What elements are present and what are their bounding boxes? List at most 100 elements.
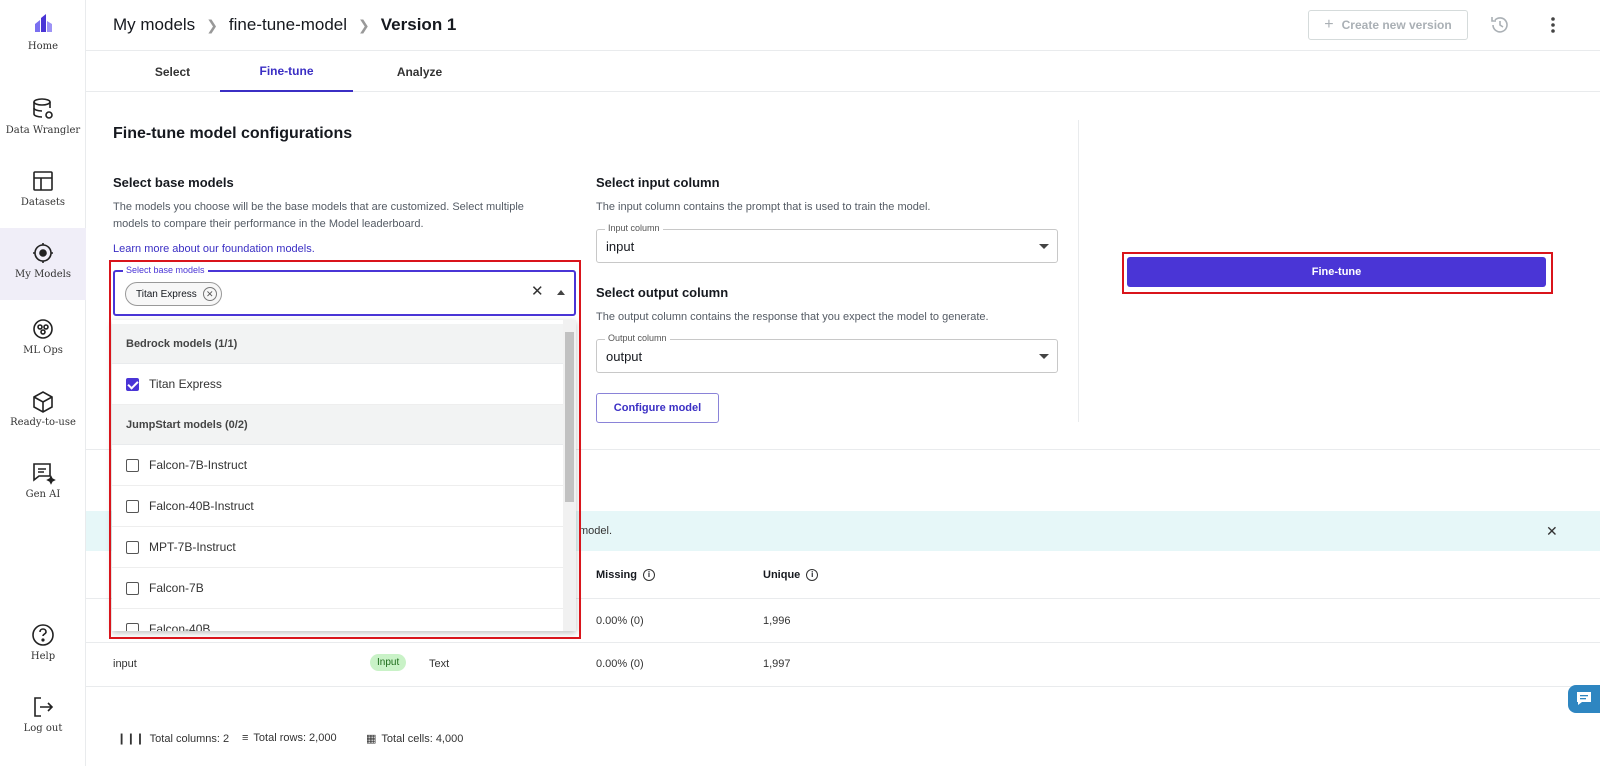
close-icon[interactable]: ✕ bbox=[1546, 523, 1558, 540]
chat-sparkle-icon bbox=[33, 463, 56, 485]
database-icon bbox=[33, 98, 53, 119]
sidebar-item-label: My Models bbox=[15, 269, 71, 280]
input-column-field-label: Input column bbox=[605, 223, 663, 233]
brain-icon bbox=[33, 243, 53, 263]
grid-icon: ▦ bbox=[366, 733, 377, 745]
sidebar-item-datasets[interactable]: Datasets bbox=[0, 168, 86, 208]
breadcrumb-current: Version 1 bbox=[380, 15, 457, 34]
fine-tune-button[interactable]: Fine-tune bbox=[1127, 257, 1546, 287]
input-column-select[interactable]: Input column input bbox=[596, 223, 1058, 263]
checkbox[interactable] bbox=[126, 499, 139, 513]
foundation-models-link[interactable]: Learn more about our foundation models. bbox=[113, 243, 315, 255]
page-title: Fine-tune model configurations bbox=[113, 125, 353, 142]
row-2-type: Text bbox=[429, 658, 450, 670]
output-column-field-label: Output column bbox=[605, 333, 670, 343]
table-divider bbox=[86, 642, 1600, 643]
tab-fine-tune[interactable]: Fine-tune bbox=[220, 51, 353, 92]
info-icon[interactable]: i bbox=[642, 569, 655, 581]
page-header: My models ❯ fine-tune-model ❯ Version 1 … bbox=[86, 0, 1600, 51]
output-column-value: output bbox=[606, 349, 643, 364]
group-jumpstart-models: JumpStart models (0/2) bbox=[112, 405, 563, 445]
column-header-unique: Unique i bbox=[763, 569, 819, 581]
option-falcon-7b-instruct[interactable]: Falcon-7B-Instruct bbox=[112, 445, 563, 486]
option-label: Falcon-40B-Instruct bbox=[149, 499, 254, 513]
output-column-description: The output column contains the response … bbox=[596, 311, 989, 323]
dropdown-scrollbar[interactable] bbox=[563, 320, 576, 631]
option-falcon-7b[interactable]: Falcon-7B bbox=[112, 568, 563, 609]
sidebar-item-ml-ops[interactable]: ML Ops bbox=[0, 316, 86, 356]
checkbox[interactable] bbox=[126, 622, 139, 631]
checkbox[interactable] bbox=[126, 540, 139, 554]
info-icon[interactable]: i bbox=[806, 569, 819, 581]
rows-icon: ≡ bbox=[242, 732, 249, 744]
chevron-right-icon: ❯ bbox=[206, 16, 218, 33]
sidebar-item-my-models[interactable]: My Models bbox=[0, 228, 86, 300]
row-2-name: input bbox=[113, 658, 137, 670]
logo-icon bbox=[35, 14, 52, 32]
scrollbar-thumb[interactable] bbox=[565, 332, 574, 502]
sidebar-item-label: Help bbox=[30, 651, 56, 662]
input-badge: Input bbox=[370, 654, 407, 671]
base-models-description: The models you choose will be the base m… bbox=[113, 201, 524, 230]
row-1-missing: 0.00% (0) bbox=[596, 615, 644, 627]
sidebar-item-home[interactable]: Home bbox=[0, 12, 86, 52]
clear-icon[interactable]: ✕ bbox=[531, 282, 544, 300]
total-rows-label: Total rows: 2,000 bbox=[253, 732, 337, 744]
output-column-select[interactable]: Output column output bbox=[596, 333, 1058, 373]
breadcrumb-model[interactable]: fine-tune-model bbox=[229, 15, 347, 35]
caret-up-icon[interactable] bbox=[557, 290, 565, 295]
option-mpt-7b-instruct[interactable]: MPT-7B-Instruct bbox=[112, 527, 563, 568]
table-divider bbox=[86, 686, 1600, 687]
breadcrumb: My models ❯ fine-tune-model ❯ Version 1 bbox=[113, 15, 456, 35]
chat-icon[interactable] bbox=[1568, 685, 1600, 713]
breadcrumb-my-models[interactable]: My models bbox=[113, 15, 195, 35]
sidebar-item-log-out[interactable]: Log out bbox=[0, 694, 86, 734]
vertical-divider bbox=[1078, 120, 1079, 422]
sidebar-item-gen-ai[interactable]: Gen AI bbox=[0, 460, 86, 500]
option-falcon-40b[interactable]: Falcon-40B bbox=[112, 609, 563, 631]
base-models-title: Select base models bbox=[113, 175, 234, 190]
sidebar-item-label: Ready-to-use bbox=[10, 417, 76, 428]
ml-ops-icon bbox=[33, 319, 53, 339]
column-header-missing: Missing i bbox=[596, 569, 655, 581]
option-label: MPT-7B-Instruct bbox=[149, 540, 236, 554]
input-column-title: Select input column bbox=[596, 175, 720, 190]
checkbox[interactable] bbox=[126, 581, 139, 595]
row-2-missing: 0.00% (0) bbox=[596, 658, 644, 670]
banner-text: model. bbox=[579, 525, 613, 537]
total-columns-label: Total columns: 2 bbox=[149, 732, 230, 745]
configure-model-button[interactable]: Configure model bbox=[596, 393, 719, 423]
more-vertical-icon[interactable] bbox=[1542, 14, 1564, 36]
sidebar-item-ready-to-use[interactable]: Ready-to-use bbox=[0, 388, 86, 428]
total-rows: ≡ Total rows: 2,000 bbox=[242, 732, 337, 744]
sidebar-item-label: Log out bbox=[23, 723, 63, 734]
caret-down-icon bbox=[1039, 244, 1049, 249]
sidebar-item-label: ML Ops bbox=[23, 345, 63, 356]
sidebar-item-label: Data Wrangler bbox=[5, 125, 81, 136]
base-models-dropdown: Bedrock models (1/1) Titan Express JumpS… bbox=[112, 320, 576, 631]
group-bedrock-models: Bedrock models (1/1) bbox=[112, 324, 563, 364]
remove-chip-icon[interactable]: ✕ bbox=[202, 287, 217, 301]
row-1-unique: 1,996 bbox=[763, 615, 791, 627]
chevron-right-icon: ❯ bbox=[358, 16, 370, 33]
checkbox[interactable] bbox=[126, 458, 139, 472]
tab-analyze[interactable]: Analyze bbox=[353, 51, 486, 92]
create-new-version-label: Create new version bbox=[1341, 18, 1452, 32]
input-column-value: input bbox=[606, 239, 635, 254]
output-column-title: Select output column bbox=[596, 285, 729, 300]
package-icon bbox=[33, 391, 53, 413]
create-new-version-button[interactable]: + Create new version bbox=[1308, 10, 1468, 40]
option-falcon-40b-instruct[interactable]: Falcon-40B-Instruct bbox=[112, 486, 563, 527]
table-icon bbox=[33, 171, 53, 191]
sidebar-item-data-wrangler[interactable]: Data Wrangler bbox=[0, 96, 86, 136]
checkbox-checked[interactable] bbox=[126, 377, 139, 391]
option-titan-express[interactable]: Titan Express bbox=[112, 364, 563, 405]
unique-header-label: Unique bbox=[763, 569, 801, 581]
base-models-select[interactable]: Select base models Titan Express ✕ ✕ bbox=[113, 265, 576, 316]
total-cells: ▦ Total cells: 4,000 bbox=[366, 732, 463, 746]
sidebar-item-help[interactable]: Help bbox=[0, 622, 86, 662]
option-label: Falcon-7B-Instruct bbox=[149, 458, 248, 472]
missing-header-label: Missing bbox=[596, 569, 637, 581]
sidebar-item-label: Home bbox=[27, 41, 59, 52]
history-icon[interactable] bbox=[1489, 14, 1511, 36]
